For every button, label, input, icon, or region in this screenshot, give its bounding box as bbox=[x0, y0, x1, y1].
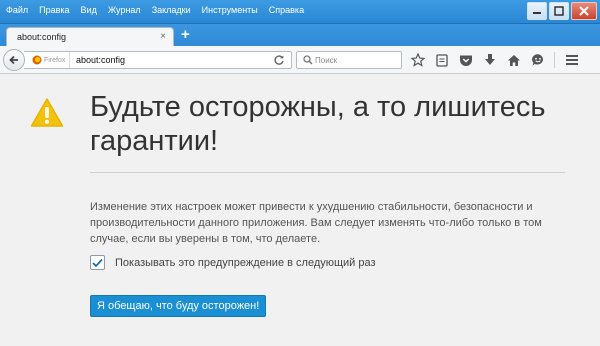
home-icon bbox=[507, 54, 520, 66]
toolbar-separator bbox=[554, 52, 555, 68]
warning-icon bbox=[30, 98, 64, 127]
menu-bookmarks[interactable]: Закладки bbox=[152, 5, 191, 15]
url-bar[interactable]: Firefox about:config bbox=[24, 51, 292, 69]
search-icon bbox=[303, 55, 313, 65]
menu-bar: Файл Правка Вид Журнал Закладки Инструме… bbox=[6, 5, 304, 15]
title-bar: Файл Правка Вид Журнал Закладки Инструме… bbox=[0, 0, 600, 24]
download-arrow-icon bbox=[484, 54, 495, 65]
tab-close-icon[interactable]: × bbox=[160, 31, 166, 42]
reload-icon[interactable] bbox=[273, 54, 285, 66]
checkmark-icon bbox=[92, 258, 103, 267]
menu-file[interactable]: Файл bbox=[6, 5, 28, 15]
divider bbox=[90, 172, 565, 173]
pocket-button[interactable] bbox=[458, 53, 473, 68]
show-warning-row: Показывать это предупреждение в следующи… bbox=[90, 255, 376, 270]
menu-button[interactable] bbox=[564, 53, 579, 68]
tab-strip: about:config × + bbox=[0, 24, 600, 47]
show-warning-label[interactable]: Показывать это предупреждение в следующи… bbox=[115, 257, 376, 269]
tab-title: about:config bbox=[17, 32, 67, 42]
show-warning-checkbox[interactable] bbox=[90, 255, 105, 270]
window-controls bbox=[527, 2, 597, 20]
minimize-icon bbox=[533, 12, 541, 14]
site-identity[interactable]: Firefox bbox=[24, 52, 70, 68]
minimize-button[interactable] bbox=[527, 2, 547, 20]
menu-tools[interactable]: Инструменты bbox=[202, 5, 258, 15]
menu-view[interactable]: Вид bbox=[81, 5, 97, 15]
menu-edit[interactable]: Правка bbox=[39, 5, 69, 15]
home-button[interactable] bbox=[506, 53, 521, 68]
chat-smiley-icon bbox=[531, 54, 543, 66]
reading-list-button[interactable] bbox=[434, 53, 449, 68]
identity-label: Firefox bbox=[44, 56, 66, 64]
hamburger-menu-icon bbox=[565, 55, 578, 65]
accept-risk-button[interactable]: Я обещаю, что буду осторожен! bbox=[90, 295, 267, 317]
page-title: Будьте осторожны, а то лишитесь гарантии… bbox=[90, 91, 546, 157]
url-text[interactable]: about:config bbox=[76, 55, 125, 65]
search-bar[interactable] bbox=[296, 51, 402, 69]
downloads-button[interactable] bbox=[482, 53, 497, 68]
clipboard-icon bbox=[435, 54, 448, 67]
close-window-button[interactable] bbox=[571, 2, 597, 20]
tab-about-config[interactable]: about:config × bbox=[6, 27, 174, 47]
firefox-logo-icon bbox=[32, 55, 42, 65]
hello-chat-button[interactable] bbox=[530, 53, 545, 68]
search-input[interactable] bbox=[315, 54, 399, 66]
page-content: Будьте осторожны, а то лишитесь гарантии… bbox=[0, 75, 600, 346]
close-icon bbox=[579, 6, 589, 16]
new-tab-button[interactable]: + bbox=[181, 26, 190, 43]
pocket-icon bbox=[459, 55, 472, 66]
star-icon bbox=[410, 53, 425, 67]
toolbar-icons bbox=[410, 52, 579, 68]
menu-history[interactable]: Журнал bbox=[108, 5, 141, 15]
navigation-bar: Firefox about:config bbox=[0, 46, 600, 74]
maximize-icon bbox=[554, 6, 564, 16]
warning-description: Изменение этих настроек может привести к… bbox=[90, 201, 542, 245]
back-button[interactable] bbox=[3, 49, 25, 71]
menu-help[interactable]: Справка bbox=[269, 5, 304, 15]
bookmark-star-button[interactable] bbox=[410, 53, 425, 68]
maximize-button[interactable] bbox=[549, 2, 569, 20]
back-arrow-icon bbox=[9, 55, 18, 65]
